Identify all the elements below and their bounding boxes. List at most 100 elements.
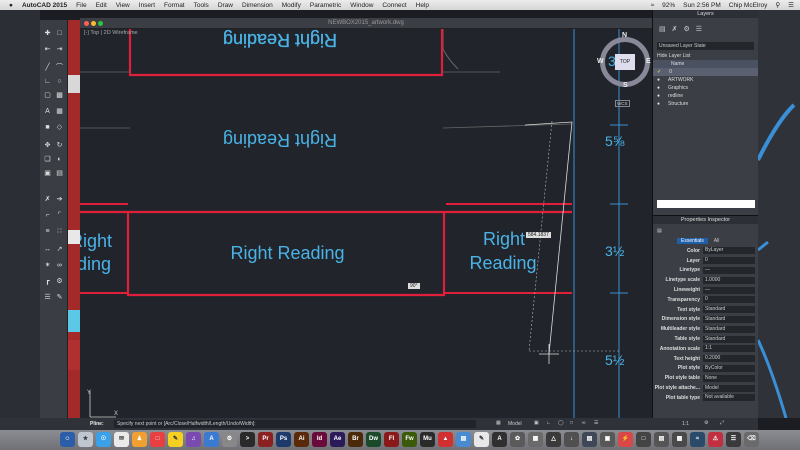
acrobat-icon[interactable]: ▲: [438, 432, 453, 447]
property-value[interactable]: —: [703, 286, 755, 294]
property-row[interactable]: Linetype scale 1.0000: [653, 275, 758, 285]
viewcube-east[interactable]: E: [646, 58, 651, 65]
move-tool-icon[interactable]: ✥: [43, 142, 52, 150]
dimension-label-2[interactable]: 5⅝: [605, 133, 624, 149]
adobe-ae-icon[interactable]: Ae: [330, 432, 345, 447]
menu-edit[interactable]: Edit: [96, 2, 107, 9]
lineweight-icon[interactable]: ☰: [594, 420, 598, 426]
wifi-icon[interactable]: ≈: [651, 2, 655, 9]
chart-icon[interactable]: ▤: [654, 432, 669, 447]
property-row[interactable]: Plot style ByColor: [653, 364, 758, 374]
scale-tool-icon[interactable]: ▣: [43, 170, 52, 178]
terminal-icon[interactable]: >: [240, 432, 255, 447]
adobe-id-icon[interactable]: Id: [312, 432, 327, 447]
adobe-mu-icon[interactable]: Mu: [420, 432, 435, 447]
drawing-title-bar[interactable]: NEWBOX2015_artwork.dwg: [80, 18, 652, 29]
lasso-tool-icon[interactable]: □: [55, 30, 64, 38]
image-icon[interactable]: ▣: [600, 432, 615, 447]
adobe-ai-icon[interactable]: Ai: [294, 432, 309, 447]
property-value[interactable]: 0: [703, 296, 755, 304]
ucs-menu[interactable]: WCS: [615, 100, 630, 107]
close-window-icon[interactable]: [84, 21, 89, 26]
battery-level[interactable]: 92%: [662, 2, 675, 9]
property-value[interactable]: 1.0000: [703, 276, 755, 284]
property-value[interactable]: Model: [703, 384, 755, 392]
doc-icon[interactable]: □: [636, 432, 651, 447]
property-row[interactable]: Text height 0.2000: [653, 354, 758, 364]
property-value[interactable]: —: [703, 266, 755, 274]
drawing-svg[interactable]: Y X: [80, 29, 652, 418]
join-tool-icon[interactable]: ∞: [55, 262, 64, 270]
menu-view[interactable]: View: [116, 2, 130, 9]
layer-row[interactable]: ● Graphics: [653, 84, 758, 92]
layer-settings-icon[interactable]: ⚙: [684, 25, 690, 33]
adobe-ps-icon[interactable]: Ps: [276, 432, 291, 447]
search-icon[interactable]: ⚲: [775, 1, 780, 9]
property-row[interactable]: Lineweight —: [653, 285, 758, 295]
property-row[interactable]: Transparency 0: [653, 295, 758, 305]
menu-connect[interactable]: Connect: [382, 2, 406, 9]
drawing-canvas[interactable]: [-] Top | 2D Wireframe Y X Right Reading…: [80, 29, 652, 418]
menu-window[interactable]: Window: [350, 2, 373, 9]
layer-tool-icon[interactable]: ☰: [43, 294, 52, 302]
trash-icon[interactable]: ⌫: [744, 432, 759, 447]
insert-tool-icon[interactable]: ◇: [55, 124, 64, 132]
properties-tool-icon[interactable]: ⚙: [55, 278, 64, 286]
text-tool-icon[interactable]: A: [43, 108, 52, 116]
screen-icon[interactable]: ▩: [672, 432, 687, 447]
notes-icon[interactable]: ✎: [168, 432, 183, 447]
finder-icon[interactable]: ☺: [60, 432, 75, 447]
activity-icon[interactable]: △: [546, 432, 561, 447]
property-value[interactable]: 0: [703, 257, 755, 265]
menu-insert[interactable]: Insert: [139, 2, 155, 9]
otrack-icon[interactable]: ∞: [582, 420, 586, 426]
textedit-icon[interactable]: ✎: [474, 432, 489, 447]
flash-icon[interactable]: ⚡: [618, 432, 633, 447]
tab-all[interactable]: All: [710, 238, 724, 244]
layer-row[interactable]: ● redline: [653, 92, 758, 100]
property-value[interactable]: Not available: [703, 394, 755, 402]
property-value[interactable]: 1:1: [703, 345, 755, 353]
zoom-window-icon[interactable]: [98, 21, 103, 26]
delete-layer-icon[interactable]: ✗: [672, 25, 678, 33]
property-row[interactable]: Table style Standard: [653, 334, 758, 344]
preferences-icon[interactable]: ⚙: [222, 432, 237, 447]
mail-icon[interactable]: ✉: [114, 432, 129, 447]
property-value[interactable]: ByColor: [703, 364, 755, 372]
menu-list-icon[interactable]: ☰: [788, 1, 794, 9]
menu-file[interactable]: File: [76, 2, 86, 9]
property-value[interactable]: ByLayer: [703, 247, 755, 255]
chamfer-tool-icon[interactable]: ⌜: [55, 212, 64, 220]
annotation-scale[interactable]: 1:1: [682, 421, 689, 427]
property-row[interactable]: Plot style table None: [653, 373, 758, 383]
polyline-tool-icon[interactable]: ∟: [43, 78, 52, 86]
user-name[interactable]: Chip McElroy: [729, 2, 768, 9]
viewcube-north[interactable]: N: [622, 32, 627, 39]
stack-icon[interactable]: ☰: [726, 432, 741, 447]
workspace-icon[interactable]: ⚙: [704, 420, 708, 426]
folder-icon[interactable]: ▤: [582, 432, 597, 447]
stretch-tool-icon[interactable]: ▤: [55, 170, 64, 178]
menu-draw[interactable]: Draw: [218, 2, 233, 9]
viewport-controls[interactable]: [-] Top | 2D Wireframe: [84, 30, 138, 36]
property-value[interactable]: Standard: [703, 306, 755, 314]
osnap-icon[interactable]: □: [570, 420, 573, 426]
menu-parametric[interactable]: Parametric: [310, 2, 341, 9]
dimension-tool-icon[interactable]: ↔: [43, 246, 52, 254]
front-panel-text[interactable]: Right Reading: [210, 243, 365, 264]
warning-icon[interactable]: ⚠: [708, 432, 723, 447]
calendar-icon[interactable]: □: [150, 432, 165, 447]
menu-dimension[interactable]: Dimension: [242, 2, 273, 9]
arc-tool-icon[interactable]: ⌒: [55, 64, 64, 72]
select-tool-icon[interactable]: ✚: [43, 30, 52, 38]
property-row[interactable]: Plot table type Not available: [653, 393, 758, 403]
property-value[interactable]: 0.2000: [703, 355, 755, 363]
adobe-fl-icon[interactable]: Fl: [384, 432, 399, 447]
back-panel-text[interactable]: Right Reading: [210, 129, 350, 150]
left-flap-text-2[interactable]: Reading: [80, 254, 111, 275]
block-tool-icon[interactable]: ■: [43, 124, 52, 132]
layer-list-header[interactable]: Name: [653, 60, 758, 68]
table-tool-icon[interactable]: ▦: [55, 108, 64, 116]
network-icon[interactable]: ≈: [690, 432, 705, 447]
arrow-right-icon[interactable]: ⇥: [55, 46, 64, 54]
